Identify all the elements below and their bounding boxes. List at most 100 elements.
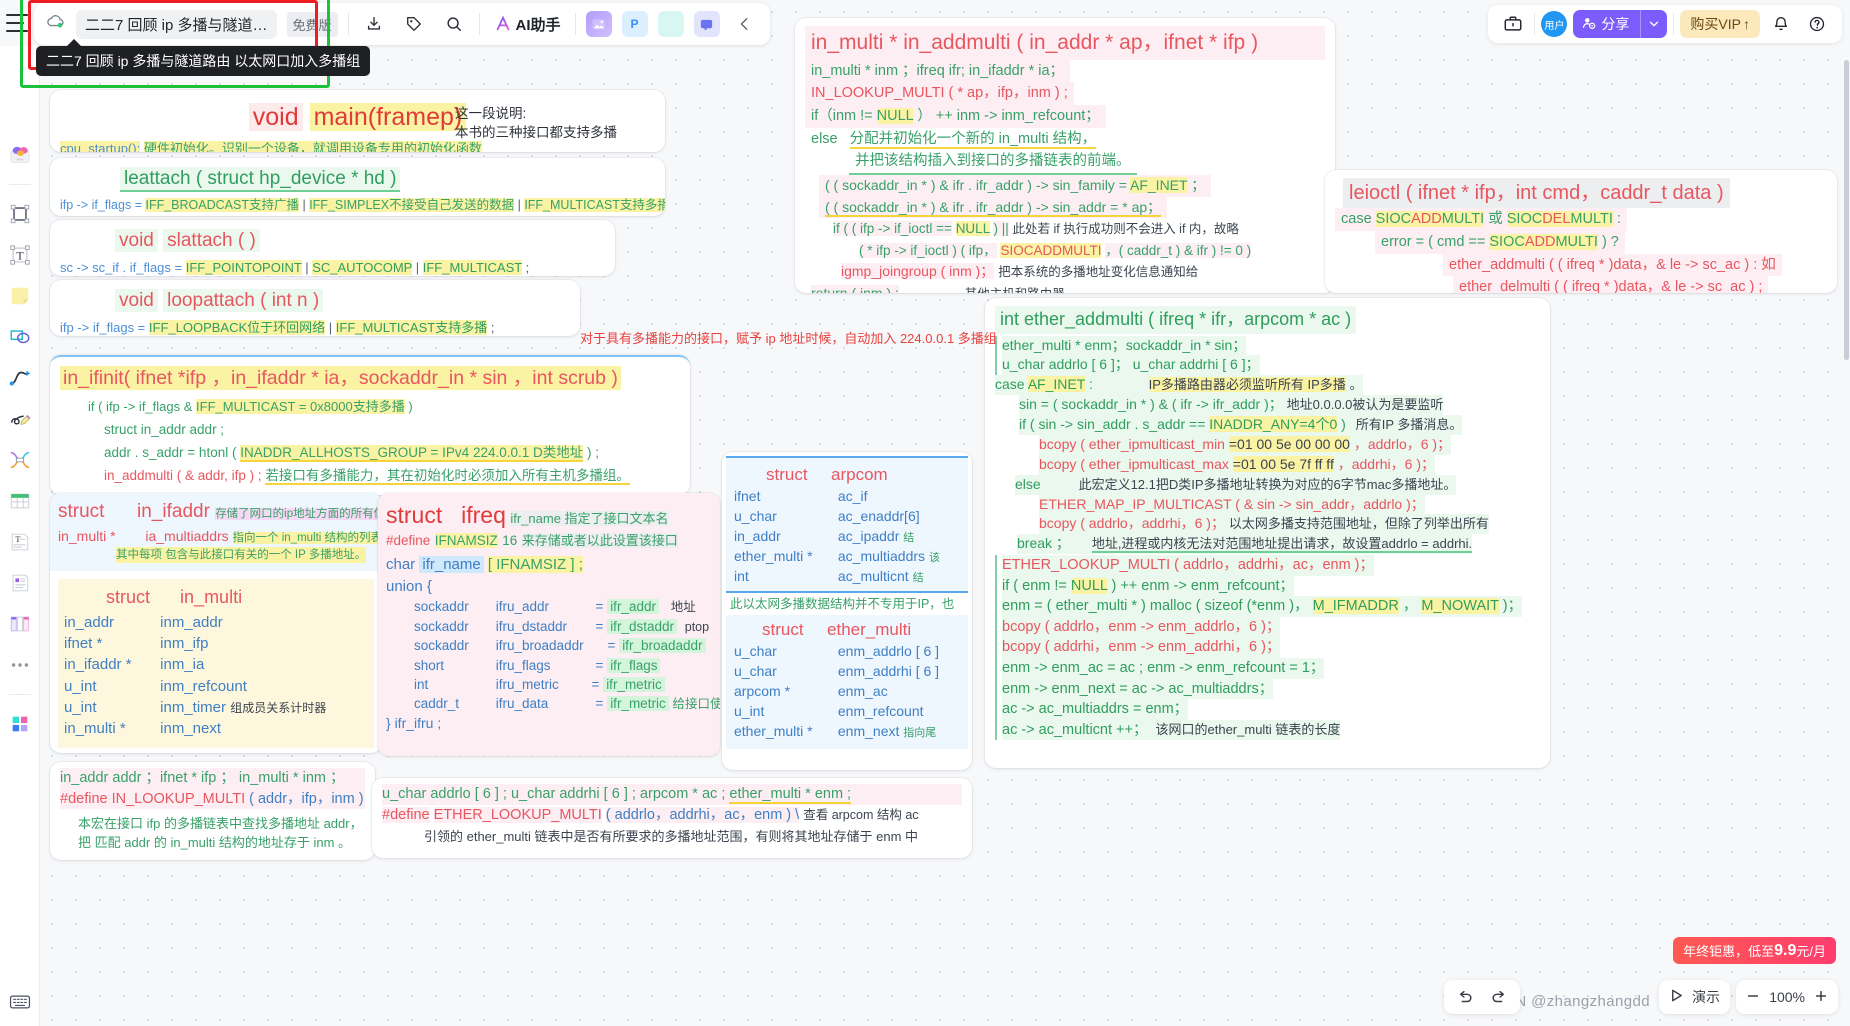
- ether-lookup-l1b: ether_multi * enm ;: [729, 786, 852, 804]
- leioctl-signature: leioctl ( ifnet * ifp，int cmd，caddr_t da…: [1349, 182, 1724, 204]
- ai-assistant-button[interactable]: AI助手: [490, 14, 565, 35]
- undo-icon[interactable]: [1450, 982, 1480, 1012]
- ifreq-field-name: ifru_flags: [495, 657, 551, 673]
- sticky-note-tool[interactable]: [5, 282, 35, 310]
- pen-tool[interactable]: [5, 405, 35, 433]
- vertical-scrollbar[interactable]: [1844, 60, 1849, 360]
- arpcom-field-type: u_char: [734, 508, 777, 524]
- ether-multi-field-type: u_int: [734, 703, 765, 719]
- document-title[interactable]: 二二7 回顾 ip 多播与隧道…: [76, 9, 277, 39]
- menu-icon[interactable]: [6, 14, 28, 32]
- promo-banner[interactable]: 年终钜惠，低至 9.9 元/月: [1673, 937, 1836, 964]
- arpcom-field-note: 该: [928, 551, 940, 564]
- ifreq-field-eq: =: [595, 618, 604, 634]
- arpcom-field-type: ifnet: [734, 488, 761, 505]
- card-arpcom-ethermulti[interactable]: struct arpcom ifnet ac_if u_char ac_enad…: [722, 452, 972, 770]
- in-multi-fields: in_addr inm_addr ifnet * inm_ifp in_ifad…: [64, 612, 368, 740]
- card-in-ifaddr[interactable]: struct in_ifaddr 存储了网口的ip地址方面的所有信息 in_mu…: [50, 493, 382, 753]
- tag-icon[interactable]: [399, 9, 429, 39]
- text-tool[interactable]: T: [5, 241, 35, 269]
- play-icon[interactable]: [1669, 988, 1684, 1006]
- buy-vip-button[interactable]: 购买VIP ↑: [1680, 10, 1760, 38]
- in-multi-name: in_multi: [180, 587, 243, 608]
- present-bar[interactable]: 演示: [1659, 980, 1730, 1014]
- redo-icon[interactable]: [1484, 982, 1514, 1012]
- table-tool[interactable]: [5, 487, 35, 515]
- ifreq-field-alias: ifr_flags: [607, 657, 661, 673]
- search-icon[interactable]: [439, 9, 469, 39]
- ether-multi-kw-struct: struct: [762, 620, 804, 640]
- card-slattach[interactable]: void slattach ( ) sc -> sc_if . if_flags…: [50, 220, 615, 276]
- bell-icon[interactable]: [1766, 9, 1796, 39]
- ifreq-field-eq: =: [591, 676, 600, 692]
- mindmap-icon[interactable]: [657, 11, 684, 37]
- comment-icon[interactable]: [693, 11, 720, 37]
- ether-multi-field-name: enm_addrlo [ 6 ]: [837, 643, 940, 660]
- ether-addmulti-l3-note: IP多播路由器必须监听所有 IP多播: [1148, 377, 1346, 393]
- arpcom-field-type: ether_multi *: [734, 547, 813, 564]
- ether-addmulti-l4a: sin = ( sockaddr_in * ) & ( ifr -> ifr_a…: [1019, 396, 1283, 413]
- avatar[interactable]: 用户: [1541, 11, 1568, 37]
- in-multi-field: inm_refcount: [160, 677, 247, 695]
- frame-tool[interactable]: [5, 200, 35, 228]
- loopattach-signature: loopattach ( int n ): [163, 289, 324, 312]
- in-multi-type: ifnet *: [64, 635, 103, 653]
- zoom-bar[interactable]: 100%: [1736, 980, 1838, 1014]
- shape-tool[interactable]: [5, 323, 35, 351]
- toolbar-separator-2: [478, 13, 480, 35]
- ether-multi-field-type: arpcom *: [734, 683, 791, 700]
- loopattach-flag-1: IFF_LOOPBACK位于环回网络: [148, 319, 326, 335]
- card-tool[interactable]: [5, 569, 35, 597]
- in-addmulti-l3a: if（inm !=: [811, 107, 873, 124]
- connector-tool[interactable]: [5, 446, 35, 474]
- ether-addmulti-l5-note: 所有IP 多播消息。: [1355, 417, 1463, 433]
- in-addmulti-l2: IN_LOOKUP_MULTI ( * ap，ifp，inm ) ;: [811, 85, 1068, 102]
- palette-tool[interactable]: [5, 710, 35, 738]
- share-button[interactable]: 分享: [1573, 10, 1668, 38]
- card-in-lookup-multi[interactable]: in_addr addr ；ifnet * ifp ； in_multi * i…: [50, 762, 375, 860]
- download-icon[interactable]: [359, 9, 389, 39]
- loopattach-kw-void: void: [115, 289, 158, 312]
- card-leattach[interactable]: leattach ( struct hp_device * hd ) ifp -…: [50, 158, 665, 216]
- in-ifinit-signature: in_ifinit( ifnet *ifp ，in_ifaddr * ia，so…: [60, 366, 621, 390]
- chevron-down-icon[interactable]: [1640, 10, 1667, 38]
- in-ifaddr-name: in_ifaddr: [137, 501, 210, 522]
- card-ifreq[interactable]: struct ifreq ifr_name 指定了接口文本名 #define I…: [378, 493, 720, 756]
- card-in-addmulti[interactable]: in_multi * in_addmulti ( in_addr * ap，if…: [795, 18, 1335, 293]
- curve-tool[interactable]: [5, 364, 35, 392]
- card-ether-lookup-multi[interactable]: u_char addrlo [ 6 ] ; u_char addrhi [ 6 …: [372, 778, 972, 858]
- more-tool[interactable]: [5, 651, 35, 679]
- leioctl-ether-addmulti: ether_addmulti ( ( ifreq * )data，& le ->…: [1449, 256, 1776, 273]
- ppt-icon[interactable]: P: [621, 11, 648, 37]
- zoom-out-icon[interactable]: [1746, 989, 1760, 1006]
- assets-tool[interactable]: [5, 141, 35, 169]
- zoom-level[interactable]: 100%: [1769, 989, 1805, 1005]
- ifreq-field-name: ifru_dstaddr: [495, 618, 568, 634]
- in-addmulti-l8c: ) ||: [993, 221, 1009, 237]
- card-in-ifinit[interactable]: in_ifinit( ifnet *ifp ，in_ifaddr * ia，so…: [50, 355, 690, 495]
- ether-addmulti-l13a: if ( enm !=: [1002, 577, 1067, 594]
- briefcase-icon[interactable]: [1498, 9, 1528, 39]
- keyboard-shortcut-icon[interactable]: [6, 988, 34, 1016]
- rail-divider-2: [8, 694, 31, 695]
- slattach-flag-1: IFF_POINTOPOINT: [185, 259, 302, 275]
- kanban-tool[interactable]: [5, 610, 35, 638]
- zoom-in-icon[interactable]: [1814, 989, 1828, 1006]
- ifreq-field-eq: =: [607, 638, 616, 654]
- promo-prefix: 年终钜惠，低至: [1683, 944, 1775, 959]
- collapse-toolbar-icon[interactable]: [730, 9, 760, 39]
- in-multi-field: inm_next: [160, 720, 222, 738]
- in-multi-field: inm_timer: [160, 698, 227, 716]
- card-ether-addmulti[interactable]: int ether_addmulti ( ifreq * ifr，arpcom …: [985, 298, 1550, 768]
- present-label: 演示: [1692, 989, 1720, 1005]
- help-icon[interactable]: [1802, 9, 1832, 39]
- card-loopattach[interactable]: void loopattach ( int n ) ifp -> if_flag…: [50, 280, 580, 336]
- ether-addmulti-l15: bcopy ( addrlo，enm -> enm_addrlo，6 )；: [1002, 618, 1281, 635]
- in-lookup-l1: in_addr addr ；ifnet * ifp ； in_multi * i…: [60, 770, 345, 786]
- loopattach-tail: ;: [490, 319, 495, 335]
- doc-tool[interactable]: T: [5, 528, 35, 556]
- in-multi-kw-struct: struct: [106, 587, 151, 608]
- toolbar-separator: [347, 13, 349, 35]
- image-icon[interactable]: [585, 11, 612, 37]
- card-leioctl[interactable]: leioctl ( ifnet * ifp，int cmd，caddr_t da…: [1325, 170, 1837, 293]
